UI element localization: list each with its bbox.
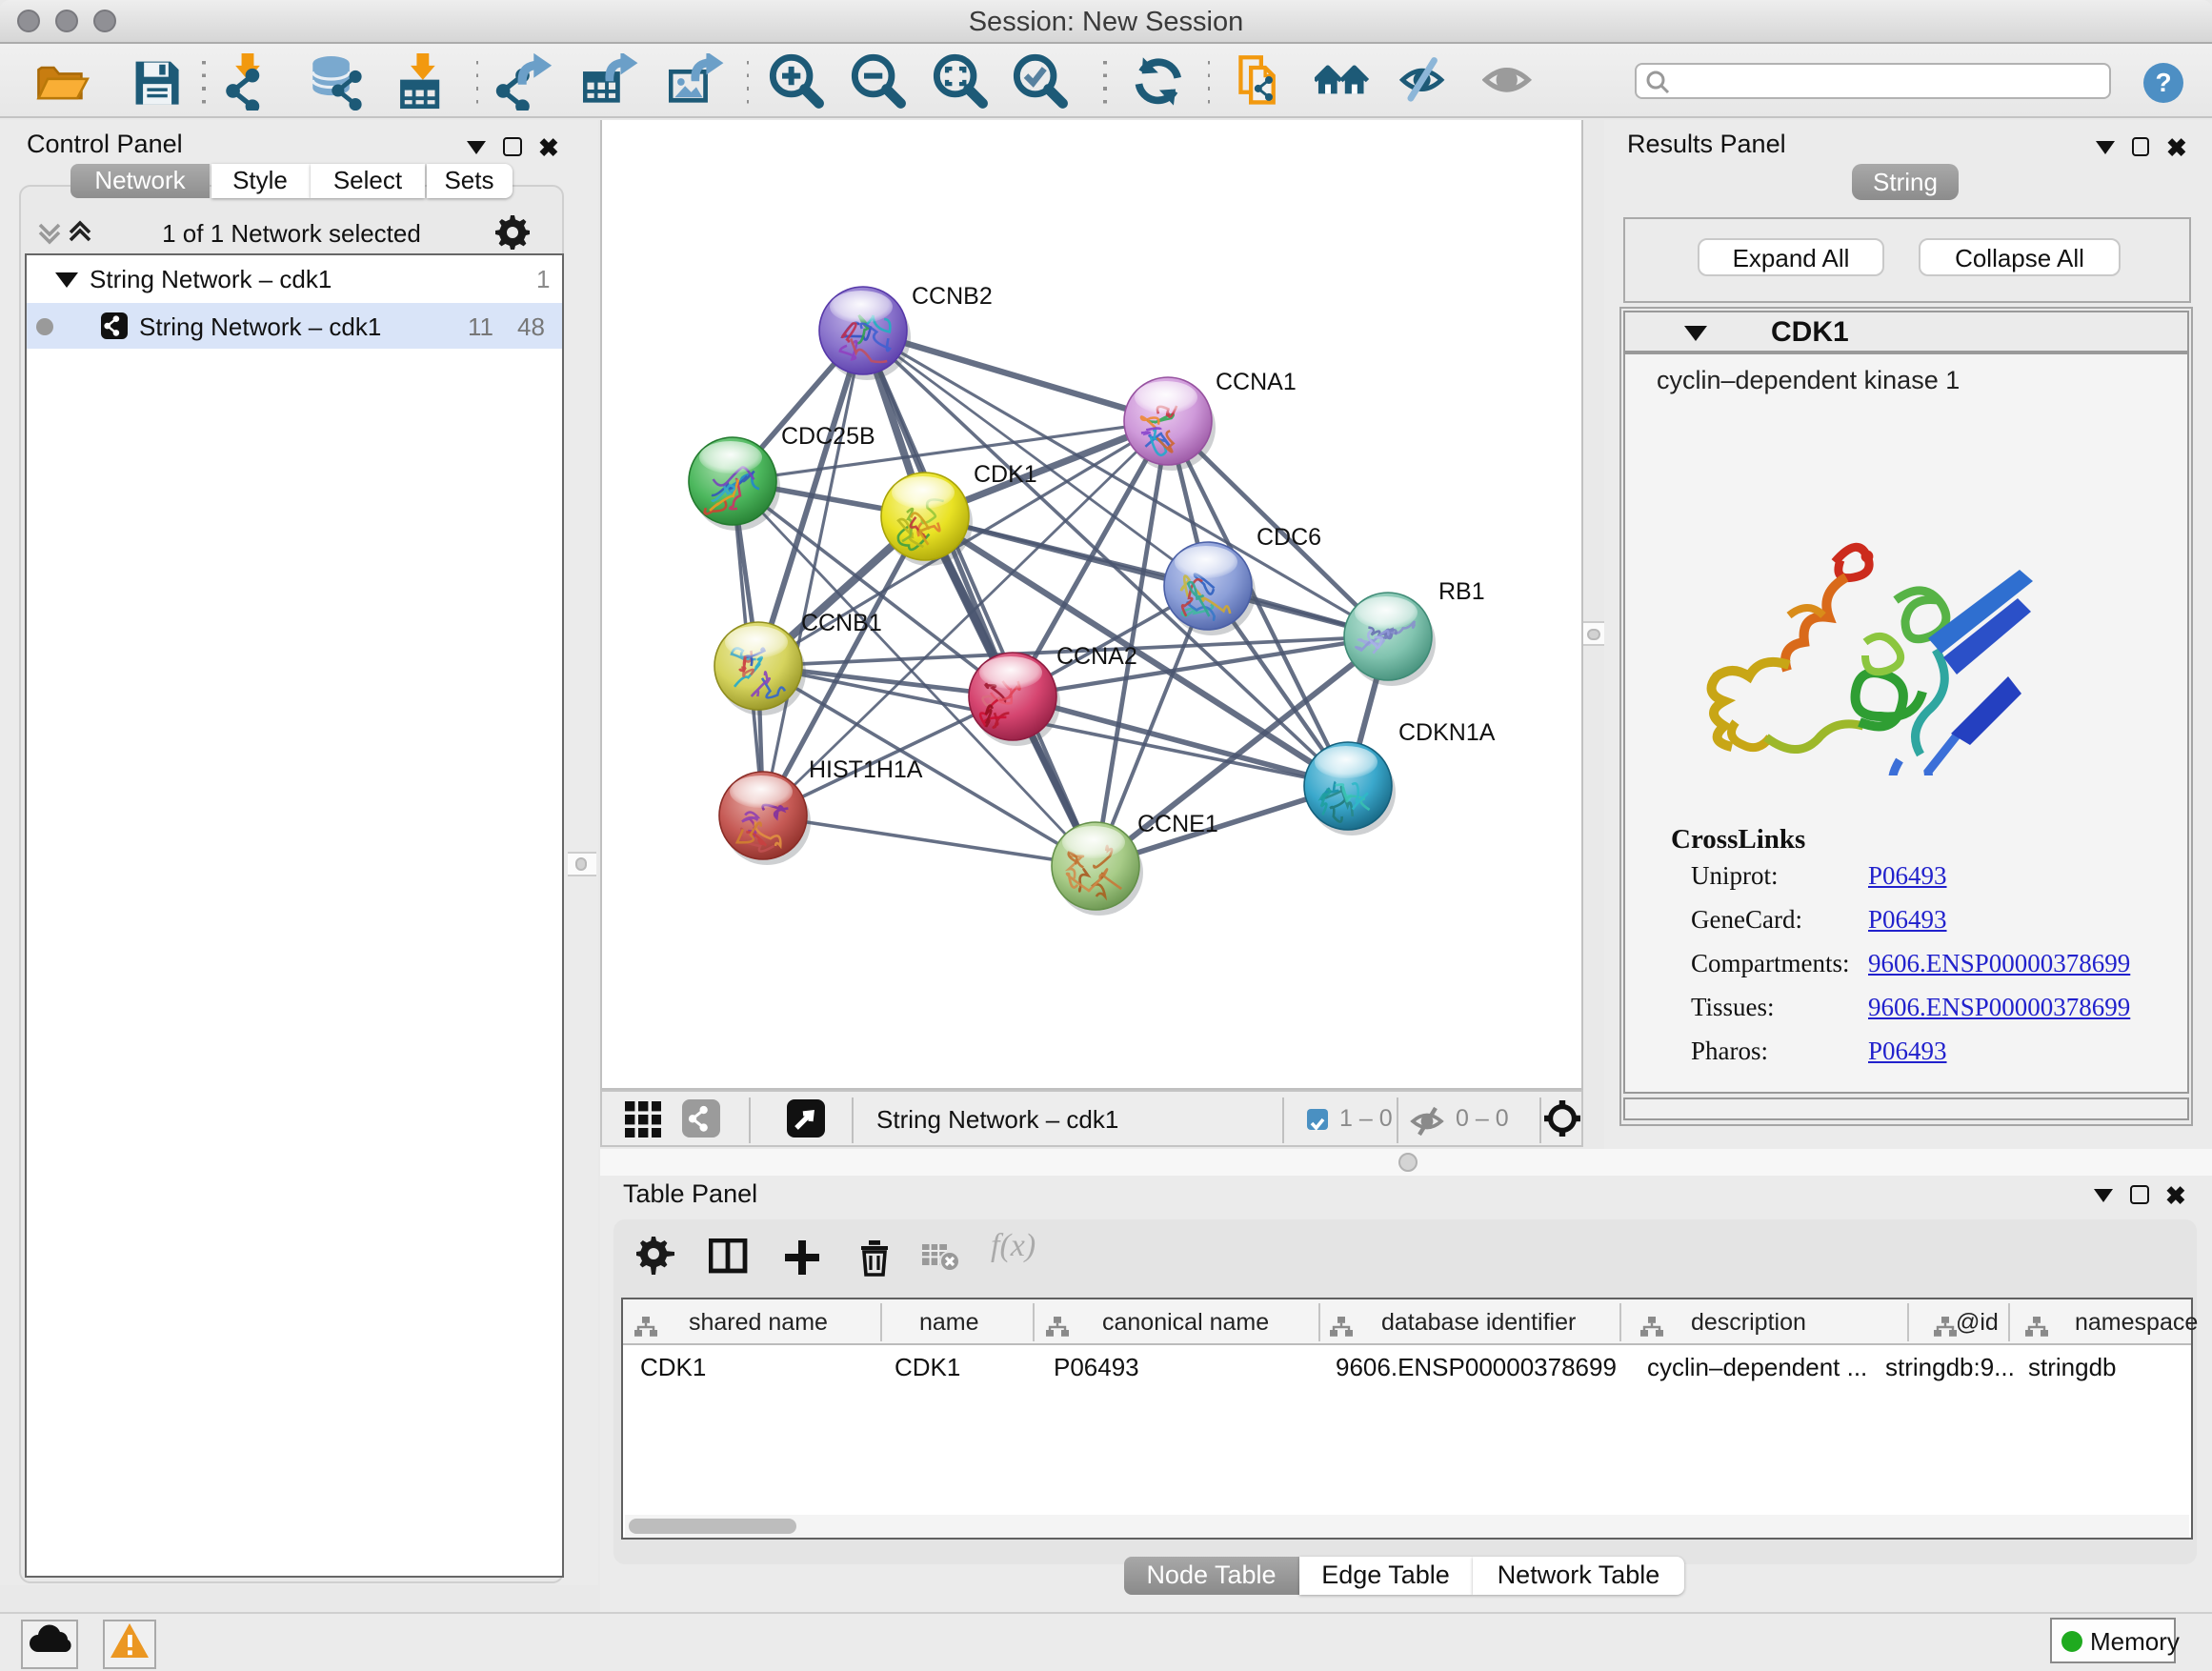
svg-text:CCNA2: CCNA2	[1056, 642, 1136, 669]
svg-text:CDKN1A: CDKN1A	[1398, 718, 1495, 745]
svg-text:CDC25B: CDC25B	[780, 422, 875, 449]
svg-text:CCNA1: CCNA1	[1215, 368, 1296, 394]
svg-text:HIST1H1A: HIST1H1A	[808, 755, 922, 782]
svg-text:RB1: RB1	[1438, 577, 1484, 604]
svg-text:CDC6: CDC6	[1256, 523, 1320, 550]
svg-text:CDK1: CDK1	[973, 460, 1036, 487]
svg-text:CCNB1: CCNB1	[800, 609, 881, 635]
svg-text:CCNB2: CCNB2	[911, 282, 992, 309]
svg-text:CCNE1: CCNE1	[1136, 810, 1217, 836]
